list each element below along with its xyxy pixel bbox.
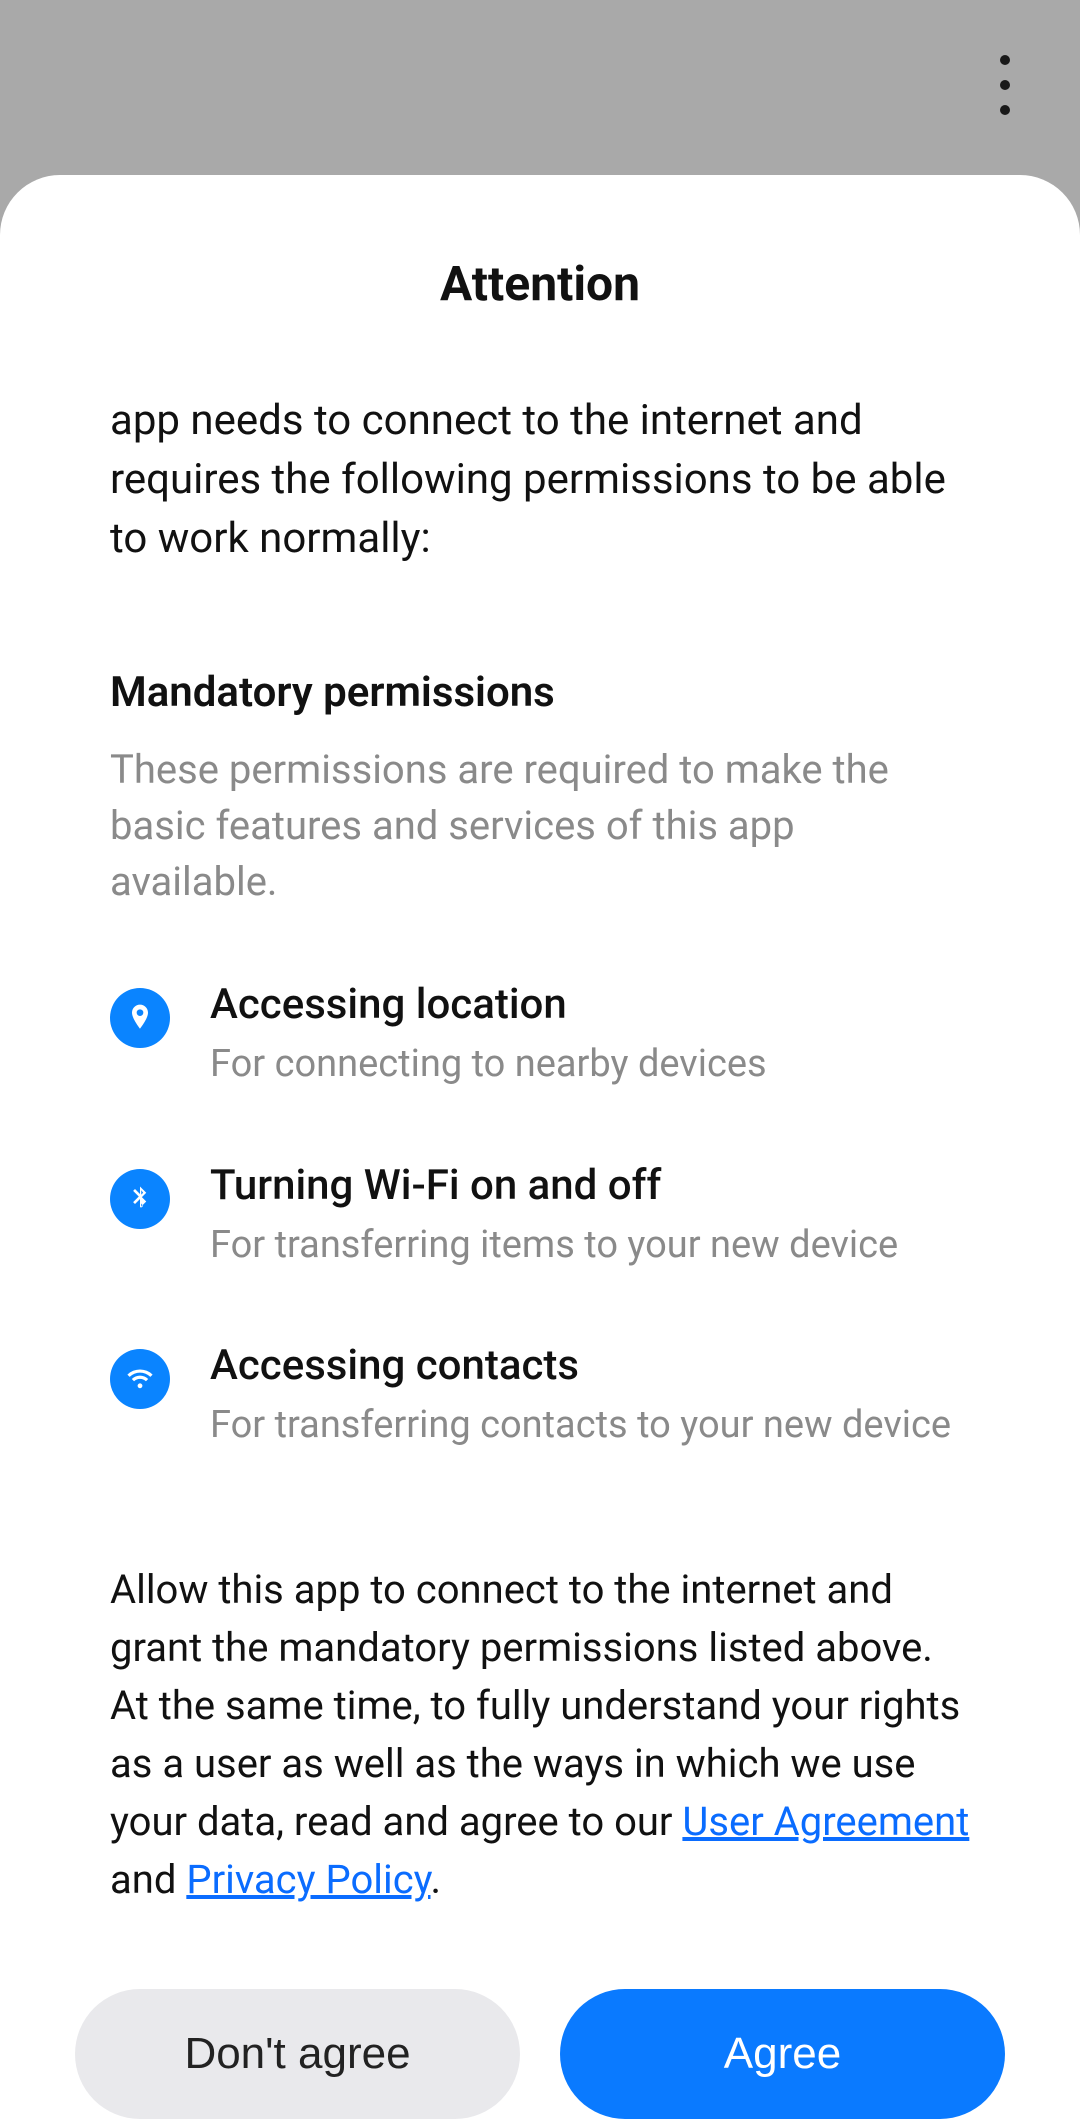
location-pin-icon xyxy=(110,988,170,1048)
permission-title: Accessing location xyxy=(210,980,970,1029)
permission-title: Turning Wi-Fi on and off xyxy=(210,1161,970,1210)
wifi-icon xyxy=(110,1349,170,1409)
permission-title: Accessing contacts xyxy=(210,1341,970,1390)
permission-item: Accessing location For connecting to nea… xyxy=(110,980,970,1090)
footer-between: and xyxy=(110,1856,186,1903)
footer-end: . xyxy=(431,1856,442,1903)
permission-desc: For connecting to nearby devices xyxy=(210,1039,970,1090)
section-desc: These permissions are required to make t… xyxy=(110,742,970,910)
permission-item: Turning Wi-Fi on and off For transferrin… xyxy=(110,1161,970,1271)
bluetooth-icon xyxy=(110,1169,170,1229)
section-title: Mandatory permissions xyxy=(110,668,970,717)
dialog-title: Attention xyxy=(110,255,970,312)
user-agreement-link[interactable]: User Agreement xyxy=(682,1798,969,1845)
overflow-menu-icon[interactable] xyxy=(985,55,1025,115)
permission-desc: For transferring contacts to your new de… xyxy=(210,1400,970,1451)
footer-part1: Allow this app to connect to the interne… xyxy=(110,1566,933,1671)
permission-desc: For transferring items to your new devic… xyxy=(210,1220,970,1271)
intro-text: app needs to connect to the internet and… xyxy=(110,392,970,568)
footer-text: Allow this app to connect to the interne… xyxy=(110,1561,970,1909)
permission-item: Accessing contacts For transferring cont… xyxy=(110,1341,970,1451)
button-row: Don't agree Agree xyxy=(75,1989,1005,2119)
agree-button[interactable]: Agree xyxy=(560,1989,1005,2119)
dont-agree-button[interactable]: Don't agree xyxy=(75,1989,520,2119)
permission-dialog: Attention app needs to connect to the in… xyxy=(0,175,1080,2125)
privacy-policy-link[interactable]: Privacy Policy xyxy=(186,1856,430,1903)
